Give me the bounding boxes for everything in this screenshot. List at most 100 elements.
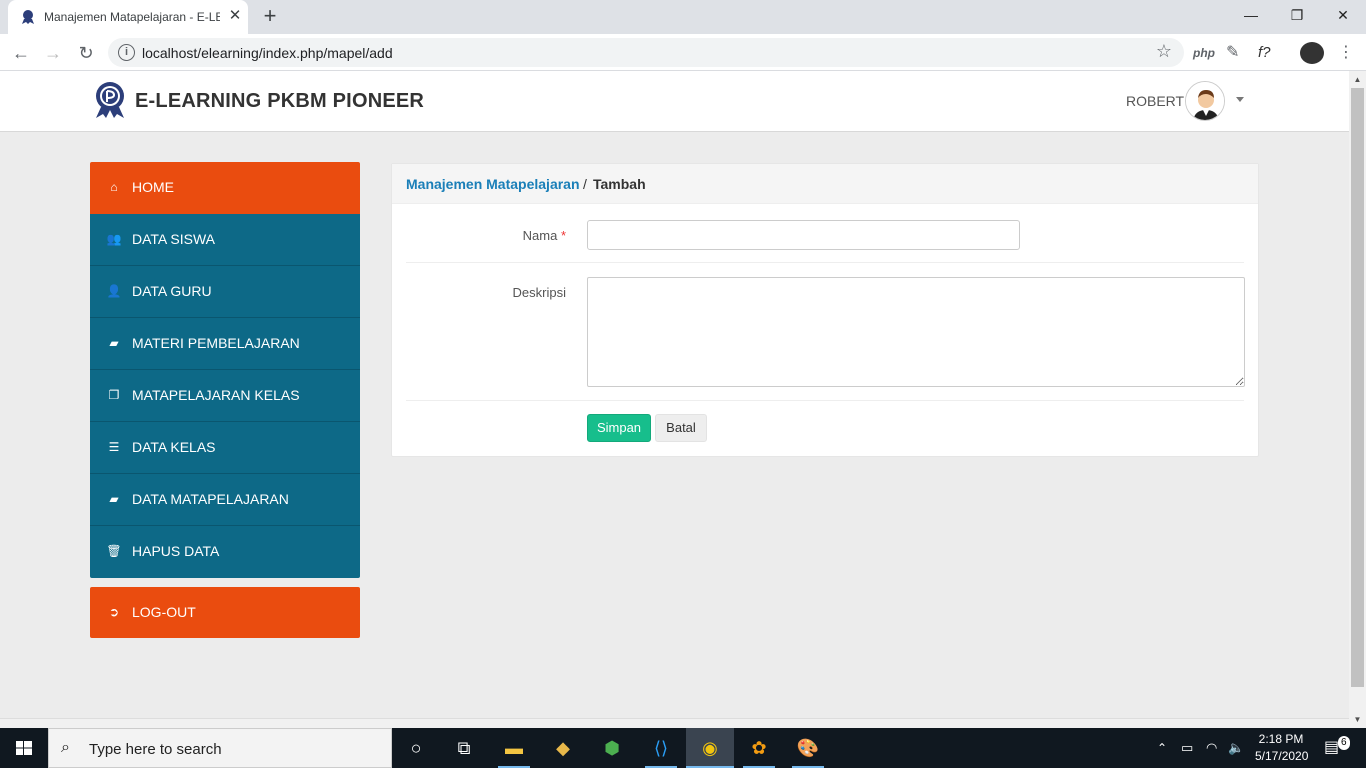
breadcrumb: Manajemen Matapelajaran / Tambah [392, 164, 1258, 204]
cancel-button[interactable]: Batal [655, 414, 707, 442]
file-explorer-icon[interactable]: ▬ [490, 728, 538, 768]
formula-extension-icon[interactable]: f? [1258, 42, 1271, 64]
school-logo-icon [96, 82, 124, 118]
scroll-up-icon[interactable]: ▲ [1349, 71, 1366, 88]
site-favicon-icon [22, 10, 34, 24]
tray-overflow-chevron-icon[interactable]: ⌃ [1157, 728, 1167, 768]
sidebar-item-home[interactable]: ⌂ HOME [90, 162, 360, 214]
back-icon[interactable]: ← [8, 40, 34, 66]
notifications-icon[interactable]: ▤ [1324, 728, 1339, 768]
pen-extension-icon[interactable]: ✎ [1226, 42, 1239, 64]
deskripsi-label: Deskripsi [512, 285, 566, 300]
profile-avatar-icon[interactable] [1300, 42, 1324, 64]
search-placeholder: Type here to search [89, 741, 222, 758]
browser-toolbar: ← → ↻ i localhost/elearning/index.php/ma… [0, 34, 1366, 71]
paint-icon[interactable]: 🎨 [784, 728, 832, 768]
wifi-icon[interactable]: ◠ [1206, 728, 1217, 768]
chrome-icon[interactable]: ◉ [686, 728, 734, 768]
clock-time: 2:18 PM [1258, 732, 1304, 746]
php-extension-icon[interactable]: php [1193, 42, 1215, 64]
form-panel: Manajemen Matapelajaran / Tambah Nama * … [391, 163, 1259, 457]
battery-icon[interactable]: ▭ [1181, 728, 1193, 768]
page-bottom-edge [0, 718, 1349, 728]
files-icon: ❐ [108, 388, 120, 402]
avatar-person-icon [1186, 82, 1224, 120]
user-name[interactable]: ROBERT [1126, 93, 1184, 109]
search-icon: ⌕ [61, 739, 70, 756]
site-info-icon[interactable]: i [118, 44, 135, 61]
sidebar-item-data-kelas[interactable]: ☰ DATA KELAS [90, 422, 360, 474]
clock-date: 5/17/2020 [1255, 749, 1309, 763]
sidebar-item-label: DATA MATAPELAJARAN [132, 491, 289, 507]
cortana-icon[interactable]: ○ [392, 728, 440, 768]
sidebar-item-data-siswa[interactable]: 👥 DATA SISWA [90, 214, 360, 266]
nama-label-text: Nama [522, 228, 558, 243]
creative-app-icon[interactable]: ✿ [735, 728, 783, 768]
task-view-icon[interactable]: ⧉ [440, 728, 488, 768]
close-tab-icon[interactable]: ✕ [226, 7, 244, 25]
reload-icon[interactable]: ↻ [73, 40, 99, 66]
sidebar-item-materi-pembelajaran[interactable]: ▰ MATERI PEMBELAJARAN [90, 318, 360, 370]
scrollbar-thumb[interactable] [1351, 88, 1364, 687]
vertical-scrollbar[interactable]: ▲ ▼ [1349, 71, 1366, 728]
sidebar-item-label: DATA KELAS [132, 439, 216, 455]
app-cube-icon[interactable]: ⬢ [588, 728, 636, 768]
app-brand[interactable]: E-LEARNING PKBM PIONEER [135, 90, 424, 113]
system-clock[interactable]: 2:18 PM 5/17/2020 [1255, 731, 1309, 765]
logout-button[interactable]: ➲ LOG-OUT [90, 587, 360, 638]
user-avatar[interactable] [1185, 81, 1225, 121]
sidebar-menu: ⌂ HOME 👥 DATA SISWA 👤 DATA GURU ▰ MATERI… [90, 162, 360, 578]
windows-taskbar: ⌕ Type here to search ○ ⧉ ▬ ◆ ⬢ ⟨⟩ ◉ ✿ 🎨… [0, 728, 1366, 768]
new-tab-icon[interactable]: + [258, 5, 282, 29]
browser-tab-strip: Manajemen Matapelajaran - E-LE ✕ + — ❐ ✕ [0, 0, 1366, 34]
minimize-icon[interactable]: — [1228, 0, 1274, 30]
deskripsi-textarea[interactable] [587, 277, 1245, 387]
sourcetree-icon[interactable]: ◆ [539, 728, 587, 768]
sidebar-item-hapus-data[interactable]: 🗑 HAPUS DATA [90, 526, 360, 578]
breadcrumb-link-manajemen-matapelajaran[interactable]: Manajemen Matapelajaran [406, 176, 580, 192]
users-icon: 👥 [106, 232, 122, 246]
sidebar-item-label: HOME [132, 179, 174, 195]
address-bar[interactable]: i localhost/elearning/index.php/mapel/ad… [108, 38, 1184, 67]
sidebar-item-matapelajaran-kelas[interactable]: ❐ MATAPELAJARAN KELAS [90, 370, 360, 422]
url-text[interactable]: localhost/elearning/index.php/mapel/add [142, 45, 393, 61]
volume-icon[interactable]: 🔈 [1228, 728, 1244, 768]
browser-tab[interactable]: Manajemen Matapelajaran - E-LE ✕ [8, 0, 248, 34]
sidebar-item-label: MATERI PEMBELAJARAN [132, 335, 300, 351]
user-menu-caret-icon[interactable] [1236, 97, 1244, 102]
forward-icon[interactable]: → [40, 40, 66, 66]
browser-menu-icon[interactable]: ⋮ [1338, 42, 1354, 64]
app-header: E-LEARNING PKBM PIONEER ROBERT [0, 71, 1349, 132]
sidebar-item-label: DATA GURU [132, 283, 212, 299]
book-icon: ▰ [109, 336, 119, 350]
form-divider [406, 262, 1244, 263]
nama-label: Nama * [406, 228, 566, 243]
home-icon: ⌂ [110, 180, 118, 194]
nama-input[interactable] [587, 220, 1020, 250]
bookmark-star-icon[interactable]: ☆ [1156, 41, 1172, 62]
taskbar-search[interactable]: ⌕ Type here to search [48, 728, 392, 768]
user-icon: 👤 [106, 284, 122, 298]
sidebar-item-data-guru[interactable]: 👤 DATA GURU [90, 266, 360, 318]
required-mark: * [560, 228, 566, 243]
tab-title: Manajemen Matapelajaran - E-LE [44, 10, 220, 24]
sidebar-item-label: DATA SISWA [132, 231, 215, 247]
start-button[interactable] [0, 728, 48, 768]
sidebar-item-label: MATAPELAJARAN KELAS [132, 387, 300, 403]
breadcrumb-separator: / [583, 176, 587, 192]
restore-icon[interactable]: ❐ [1274, 0, 1320, 30]
form-divider [406, 400, 1244, 401]
book-icon: ▰ [109, 492, 119, 506]
logout-label: LOG-OUT [132, 604, 196, 620]
window-close-icon[interactable]: ✕ [1320, 0, 1366, 30]
save-button[interactable]: Simpan [587, 414, 651, 442]
notification-count-badge: 6 [1338, 736, 1350, 750]
sidebar-item-label: HAPUS DATA [132, 543, 220, 559]
vscode-icon[interactable]: ⟨⟩ [637, 728, 685, 768]
windows-logo-icon [16, 741, 32, 755]
list-icon: ☰ [108, 440, 120, 454]
scroll-down-icon[interactable]: ▼ [1349, 711, 1366, 728]
sidebar-item-data-matapelajaran[interactable]: ▰ DATA MATAPELAJARAN [90, 474, 360, 526]
sign-out-icon: ➲ [108, 605, 120, 619]
trash-icon: 🗑 [106, 544, 122, 558]
